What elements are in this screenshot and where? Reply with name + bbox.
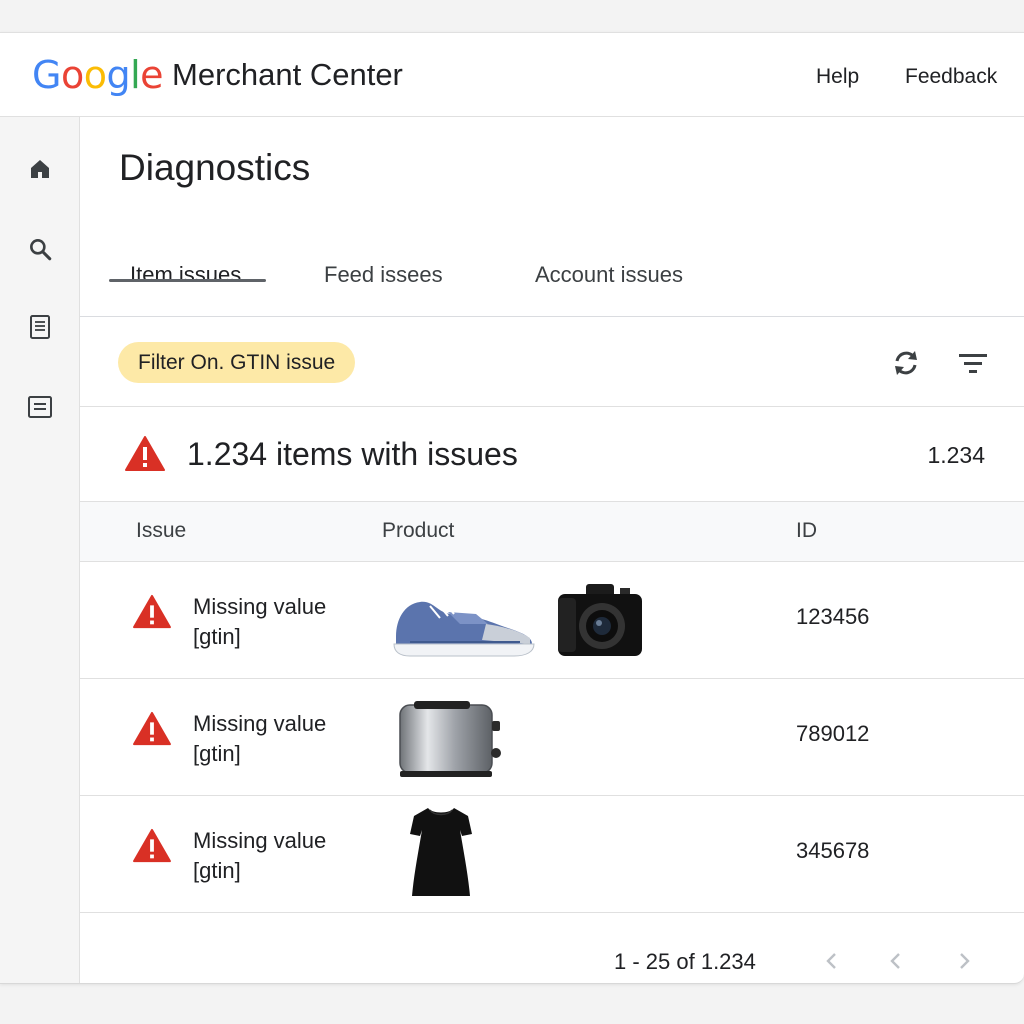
- warning-icon: [124, 435, 166, 478]
- issue-title: Missing value: [193, 828, 327, 853]
- page-title: Diagnostics: [119, 147, 311, 188]
- search-icon[interactable]: [24, 233, 56, 265]
- prev-page-icon[interactable]: [878, 943, 914, 979]
- home-icon[interactable]: [24, 153, 56, 185]
- google-logo[interactable]: Google: [32, 53, 164, 97]
- next-page-icon[interactable]: [946, 943, 982, 979]
- product-id: 789012: [796, 721, 870, 746]
- warning-icon: [132, 828, 172, 869]
- logo-letter: G: [32, 53, 61, 97]
- first-page-icon[interactable]: [814, 943, 850, 979]
- column-header-product[interactable]: Product: [382, 519, 454, 543]
- logo-letter: o: [83, 53, 107, 97]
- tab-account-issues[interactable]: Account issues: [535, 233, 683, 317]
- main-content: Diagnostics Item issues Feed issees Acco…: [80, 117, 1024, 983]
- summary-count: 1.234: [927, 442, 985, 468]
- issue-attribute: [gtin]: [193, 858, 241, 883]
- table-row[interactable]: Missing value [gtin]: [80, 562, 1024, 679]
- filter-bar: Filter On. GTIN issue: [80, 317, 1024, 407]
- issue-text: Missing value [gtin]: [193, 592, 363, 652]
- toaster-thumbnail: [396, 695, 504, 786]
- issue-text: Missing value [gtin]: [193, 709, 363, 769]
- issue-attribute: [gtin]: [193, 624, 241, 649]
- filter-list-icon[interactable]: [953, 343, 993, 383]
- camera-thumbnail: [554, 578, 644, 665]
- navigation-rail: [0, 117, 80, 983]
- issues-summary: 1.234 items with issues 1.234: [80, 407, 1024, 502]
- active-tab-indicator: [109, 279, 266, 282]
- tab-feed-issues[interactable]: Feed issees: [324, 233, 443, 317]
- warning-icon: [132, 594, 172, 635]
- product-name: Merchant Center: [172, 57, 403, 92]
- pagination-range: 1 - 25 of 1.234: [614, 949, 756, 974]
- summary-text: 1.234 items with issues: [187, 436, 518, 472]
- column-header-id[interactable]: ID: [796, 519, 817, 543]
- report-icon[interactable]: [24, 391, 56, 423]
- document-icon[interactable]: [24, 311, 56, 343]
- issue-text: Missing value [gtin]: [193, 826, 363, 886]
- table-row[interactable]: Missing value [gtin] 345678: [80, 796, 1024, 913]
- issue-attribute: [gtin]: [193, 741, 241, 766]
- logo-letter: o: [60, 53, 84, 97]
- logo-letter: l: [130, 53, 141, 97]
- issue-title: Missing value: [193, 594, 327, 619]
- merchant-center-window: Google Merchant Center Help Feedback Dia…: [0, 32, 1024, 984]
- column-header-issue[interactable]: Issue: [136, 519, 186, 543]
- tab-item-issues[interactable]: Item issues: [130, 233, 241, 317]
- table-row[interactable]: Missing value [gtin]: [80, 679, 1024, 796]
- pagination: 1 - 25 of 1.234: [80, 913, 1024, 983]
- top-app-bar: Google Merchant Center Help Feedback: [0, 33, 1024, 117]
- dress-thumbnail: [406, 804, 476, 905]
- table-header: Issue Product ID: [80, 502, 1024, 562]
- help-link[interactable]: Help: [816, 65, 859, 89]
- issue-title: Missing value: [193, 711, 327, 736]
- logo-letter: e: [140, 53, 164, 97]
- refresh-icon[interactable]: [886, 343, 926, 383]
- tab-bar: Item issues Feed issees Account issues: [80, 233, 1024, 317]
- filter-chip[interactable]: Filter On. GTIN issue: [118, 342, 356, 383]
- feedback-link[interactable]: Feedback: [905, 65, 997, 89]
- product-id: 345678: [796, 838, 870, 863]
- product-id: 123456: [796, 604, 870, 629]
- logo-letter: g: [106, 53, 131, 97]
- warning-icon: [132, 711, 172, 752]
- sneaker-thumbnail: [390, 584, 538, 665]
